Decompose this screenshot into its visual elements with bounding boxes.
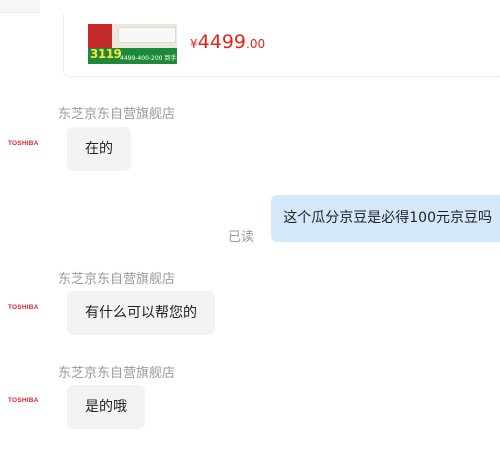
sender-avatar[interactable]: TOSHIBA — [8, 140, 39, 147]
price-integer: 4499 — [197, 31, 246, 53]
product-thumbnail[interactable]: 3119 4499-400-200 到手价 — [88, 24, 177, 64]
sender-name: 东芝京东自营旗舰店 — [58, 107, 176, 122]
product-card[interactable]: 3119 4499-400-200 到手价 ¥4499.00 — [63, 14, 500, 77]
read-status: 已读 — [228, 230, 255, 245]
price-decimal: .00 — [246, 37, 266, 51]
price-symbol: ¥ — [190, 37, 198, 51]
message-bubble-incoming[interactable]: 是的哦 — [67, 385, 145, 429]
thumbnail-promo-text: 4499-400-200 到手价 — [120, 55, 177, 62]
product-price: ¥4499.00 — [190, 31, 265, 53]
sender-avatar[interactable]: TOSHIBA — [8, 304, 39, 311]
air-conditioner-image — [118, 27, 176, 43]
sender-name: 东芝京东自营旗舰店 — [58, 272, 176, 287]
thumbnail-brand-block — [88, 24, 112, 48]
sender-name: 东芝京东自营旗舰店 — [58, 366, 176, 381]
sender-avatar[interactable]: TOSHIBA — [8, 397, 39, 404]
thumbnail-price: 3119 — [90, 47, 122, 61]
message-bubble-incoming[interactable]: 有什么可以帮您的 — [67, 291, 215, 335]
message-bubble-outgoing[interactable]: 这个瓜分京豆是必得100元京豆吗 — [271, 195, 500, 242]
message-bubble-incoming[interactable]: 在的 — [67, 127, 131, 171]
chat-window: 3119 4499-400-200 到手价 ¥4499.00 东芝京东自营旗舰店… — [0, 0, 500, 451]
top-tab-fragment — [0, 0, 40, 13]
